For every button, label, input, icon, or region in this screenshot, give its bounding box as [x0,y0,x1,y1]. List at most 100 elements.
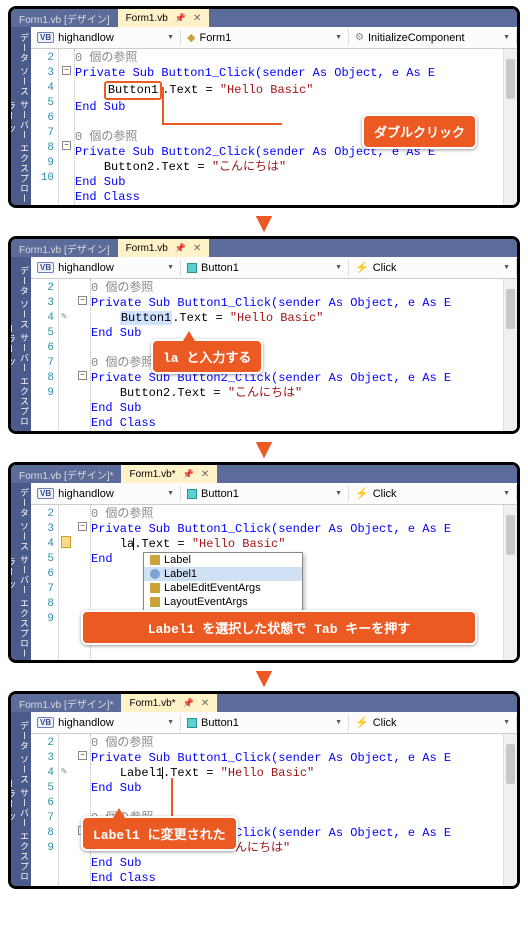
bolt-icon: ⚡ [355,487,369,500]
editor-panel-4: Form1.vb [デザイン]* Form1.vb* 📌 ✕ データ ソース サ… [8,691,520,889]
member-dropdown[interactable]: ⚡ Click ▼ [349,485,517,502]
titlebar: Form1.vb [デザイン] Form1.vb 📌 ✕ [11,239,517,257]
code-body[interactable]: 0 個の参照 Private Sub Button1_Click(sender … [91,734,517,886]
fold-toggle-icon[interactable]: − [62,141,71,150]
class-dropdown[interactable]: Button1 ▼ [181,715,349,731]
bolt-icon: ⚡ [355,261,369,274]
chevron-down-icon: ▼ [503,34,510,41]
intellisense-item[interactable]: LabelEditEventArgs [144,581,302,595]
line-number-gutter: 23456789 [31,505,59,660]
code-area[interactable]: 23456789 − 0 個の参照 Private Sub Button1_Cl… [31,505,517,660]
nav-toolbar: VB highandlow ▼ Button1 ▼ ⚡ Click ▼ [31,257,517,279]
fold-gutter: − − [75,734,91,886]
tab-design[interactable]: Form1.vb [デザイン]* [11,465,121,483]
tab-code[interactable]: Form1.vb 📌 ✕ [118,239,210,257]
close-icon[interactable]: ✕ [193,13,201,24]
pencil-icon: ✎ [61,311,67,323]
editor-panel-2: Form1.vb [デザイン] Form1.vb 📌 ✕ データ ソース サーバ… [8,236,520,434]
tab-code-label: Form1.vb [126,243,168,254]
vertical-scrollbar[interactable] [503,734,517,886]
chevron-down-icon: ▼ [335,34,342,41]
editor-panel-3: Form1.vb [デザイン]* Form1.vb* 📌 ✕ データ ソース サ… [8,462,520,663]
titlebar: Form1.vb [デザイン]* Form1.vb* 📌 ✕ [11,694,517,712]
tab-code-label: Form1.vb* [129,469,175,480]
member-dropdown[interactable]: ⚡ Click ▼ [349,259,517,276]
close-icon[interactable]: ✕ [201,698,209,709]
pencil-icon: ✎ [61,766,67,778]
scope-dropdown[interactable]: VB highandlow ▼ [31,260,181,276]
nav-toolbar: VB highandlow ▼ Button1 ▼ ⚡ Click ▼ [31,712,517,734]
intellisense-item[interactable]: Label [144,553,302,567]
member-dropdown[interactable]: ⚡ Click ▼ [349,714,517,731]
titlebar: Form1.vb [デザイン] Form1.vb 📌 ✕ [11,9,517,27]
close-icon[interactable]: ✕ [201,469,209,480]
class-dropdown[interactable]: Button1 ▼ [181,486,349,502]
tab-code[interactable]: Form1.vb 📌 ✕ [118,9,210,27]
fold-toggle-icon[interactable]: − [78,522,87,531]
chevron-down-icon: ▼ [167,490,174,497]
tab-design[interactable]: Form1.vb [デザイン]* [11,694,121,712]
vertical-scrollbar[interactable] [503,279,517,431]
marker-column [59,505,75,660]
side-rail[interactable]: データ ソース サーバー エクスプローラー ツ [11,712,31,886]
class-dropdown[interactable]: Button1 ▼ [181,260,349,276]
pin-icon[interactable]: 📌 [175,243,186,254]
code-area[interactable]: 2345678910 − − 0 個の参照 Private Sub Button… [31,49,517,205]
property-icon [150,555,160,565]
tab-design[interactable]: Form1.vb [デザイン] [11,239,118,257]
member-dropdown[interactable]: ⚙ InitializeComponent ▼ [349,30,517,46]
gear-icon: ⚙ [355,32,364,43]
control-icon [187,489,197,499]
class-icon [150,583,160,593]
control-icon [187,718,197,728]
highlighted-word: Button1 [104,81,162,100]
fold-gutter: − − [75,279,91,431]
fold-toggle-icon[interactable]: − [62,66,71,75]
tab-code[interactable]: Form1.vb* 📌 ✕ [121,694,217,712]
selected-word: Button1 [120,311,172,325]
fold-toggle-icon[interactable]: − [78,296,87,305]
line-number-gutter: 23456789 [31,279,59,431]
class-icon [150,597,160,607]
class-dropdown[interactable]: ◆ Form1 ▼ [181,29,349,46]
close-icon[interactable]: ✕ [193,243,201,254]
code-area[interactable]: 23456789 ✎ − − 0 個の参照 Private Sub Button… [31,279,517,431]
chevron-down-icon: ▼ [167,719,174,726]
side-rail[interactable]: データ ソース サーバー エクスプローラー ツ [11,257,31,431]
chevron-down-icon: ▼ [335,490,342,497]
pin-icon[interactable]: 📌 [183,469,194,480]
side-rail[interactable]: データ ソース サーバー エクスプローラー ツ [11,27,31,205]
arrow-down-icon: ▼ [0,667,528,689]
class-icon: ◆ [187,31,195,44]
tab-code[interactable]: Form1.vb* 📌 ✕ [121,465,217,483]
vb-badge-icon: VB [37,717,54,728]
code-area[interactable]: 23456789 ✎ − − 0 個の参照 Private Sub Button… [31,734,517,886]
bolt-icon: ⚡ [355,716,369,729]
scope-dropdown[interactable]: VB highandlow ▼ [31,30,181,46]
chevron-down-icon: ▼ [335,264,342,271]
chevron-down-icon: ▼ [167,264,174,271]
marker-column: ✎ [59,279,75,431]
chevron-down-icon: ▼ [503,264,510,271]
intellisense-item-selected[interactable]: Label1 [144,567,302,581]
intellisense-item[interactable]: LayoutEventArgs [144,595,302,609]
vertical-scrollbar[interactable] [503,49,517,205]
titlebar: Form1.vb [デザイン]* Form1.vb* 📌 ✕ [11,465,517,483]
vertical-scrollbar[interactable] [503,505,517,660]
typed-text: la [120,537,134,551]
tab-design[interactable]: Form1.vb [デザイン] [11,9,118,27]
fold-toggle-icon[interactable]: − [78,751,87,760]
chevron-down-icon: ▼ [335,719,342,726]
fold-toggle-icon[interactable]: − [78,371,87,380]
vb-badge-icon: VB [37,262,54,273]
callout-type-la: la と入力する [151,339,263,374]
tab-code-label: Form1.vb [126,13,168,24]
scope-dropdown[interactable]: VB highandlow ▼ [31,486,181,502]
side-rail[interactable]: データ ソース サーバー エクスプローラー ツ [11,483,31,660]
pin-icon[interactable]: 📌 [183,698,194,709]
class-label: Form1 [199,32,231,44]
member-label: InitializeComponent [368,32,465,44]
nav-toolbar: VB highandlow ▼ Button1 ▼ ⚡ Click ▼ [31,483,517,505]
pin-icon[interactable]: 📌 [175,13,186,24]
scope-dropdown[interactable]: VB highandlow ▼ [31,715,181,731]
